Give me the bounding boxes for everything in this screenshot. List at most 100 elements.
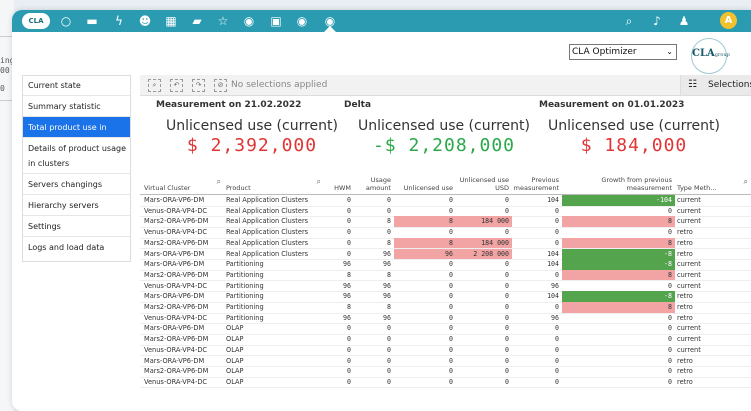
column-header-hwm[interactable]: HWM (324, 173, 354, 194)
folder-icon[interactable]: ▬ (84, 13, 100, 29)
star-icon[interactable]: ☆ (215, 13, 231, 29)
table-cell-type-method: retro (677, 228, 693, 237)
users-icon[interactable]: ☻ (137, 13, 153, 29)
table-cell-previous-measurement: 0 (555, 303, 559, 311)
table-cell-product: Partitioning (226, 281, 264, 290)
table-cell-previous-measurement: 0 (555, 335, 559, 344)
globe-icon[interactable]: ◉ (294, 13, 310, 29)
column-header-label: Type Meth... (677, 184, 717, 192)
table-cell-virtual-cluster: Venus-ORA-VP4-DC (144, 377, 208, 386)
step-forward-icon[interactable]: ↷ (192, 79, 205, 92)
column-header-type-method[interactable]: Type Meth... ⌕ (675, 173, 751, 194)
avatar[interactable]: A (720, 12, 737, 29)
bolt-icon[interactable]: ϟ (111, 13, 127, 29)
table-cell-virtual-cluster: Mars-ORA-VP6-DM (144, 324, 205, 333)
table-cell-growth: 8 (562, 269, 675, 281)
sidebar-item-logs-load-data[interactable]: Logs and load data (23, 237, 130, 259)
selection-tool-icon[interactable]: ⌕ (148, 79, 161, 92)
table-cell-product: Partitioning (226, 292, 264, 301)
table-cell-product: OLAP (226, 335, 244, 344)
chevron-down-icon: ⌄ (666, 47, 673, 56)
sidebar-item-settings[interactable]: Settings (23, 216, 130, 237)
table-cell-type-method: retro (677, 356, 693, 365)
table-cell-product: OLAP (226, 367, 244, 376)
search-icon[interactable]: ⌕ (621, 13, 637, 29)
column-header-unlicensed-use-usd[interactable]: Unlicensed use USD (456, 173, 512, 194)
column-search-icon[interactable]: ⌕ (744, 177, 748, 187)
table-cell-unlicensed-use: 0 (449, 335, 453, 344)
column-header-previous-measurement[interactable]: Previous measurement (512, 173, 562, 194)
table-cell-product: OLAP (226, 324, 244, 333)
table-cell-usage-amount: 0 (387, 377, 391, 386)
table-cell-usage-amount: 96 (383, 260, 391, 269)
column-header-label: Product (226, 184, 251, 192)
sidebar-item-current-state[interactable]: Current state (23, 76, 130, 96)
table-cell-product: Real Application Clusters (226, 249, 309, 258)
calendar-icon[interactable]: ▦ (163, 13, 179, 29)
table-cell-virtual-cluster: Mars2-ORA-VP6-DM (144, 303, 209, 311)
table-cell-growth: 0 (668, 377, 672, 386)
column-header-unlicensed-use[interactable]: Unlicensed use (394, 173, 456, 194)
table-cell-unlicensed-use-usd: 0 (505, 367, 509, 376)
column-header-label: Previous measurement (513, 176, 559, 192)
step-back-icon[interactable]: ↶ (170, 79, 183, 92)
sidebar-item-summary-statistic[interactable]: Summary statistic (23, 96, 130, 117)
table-cell-type-method: retro (677, 377, 693, 386)
table-cell-unlicensed-use-usd: 0 (505, 335, 509, 344)
sidebar-item-hierarchy-servers[interactable]: Hierarchy servers (23, 195, 130, 216)
column-search-icon[interactable]: ⌕ (217, 177, 221, 187)
sidebar-item-servers-changings[interactable]: Servers changings (23, 174, 130, 195)
app-logo[interactable]: CLA (22, 13, 50, 29)
table-cell-growth: 0 (668, 345, 672, 354)
column-header-usage-amount[interactable]: Usage amount (354, 173, 394, 194)
column-header-product[interactable]: Product ⌕ (224, 173, 324, 194)
column-header-virtual-cluster[interactable]: Virtual Cluster ⌕ (142, 173, 224, 194)
table-cell-hwm: 8 (347, 303, 351, 311)
table-cell-virtual-cluster: Venus-ORA-VP4-DC (144, 228, 208, 237)
brand-logo-sub: group (714, 52, 730, 58)
column-header-growth[interactable]: Growth from previous measurement (562, 173, 675, 194)
grid-icon[interactable]: ▣ (268, 13, 284, 29)
table-cell-usage-amount: 96 (383, 313, 391, 322)
app-select-dropdown[interactable]: CLA Optimizer ⌄ (569, 44, 677, 60)
table-cell-hwm: 0 (347, 377, 351, 386)
table-cell-usage-amount: 96 (383, 292, 391, 301)
table-cell-type-method: current (677, 260, 701, 269)
table-cell-previous-measurement: 96 (551, 313, 559, 322)
table-cell-usage-amount: 0 (387, 356, 391, 365)
column-header-label: HWM (334, 184, 351, 192)
table-cell-usage-amount: 0 (387, 367, 391, 376)
table-cell-unlicensed-use-usd: 0 (505, 345, 509, 354)
table-cell-type-method: current (677, 206, 701, 215)
user-icon[interactable]: ♟ (676, 13, 692, 29)
table-cell-unlicensed-use-usd: 0 (505, 324, 509, 333)
clear-selections-icon[interactable]: ⊘ (214, 79, 227, 92)
table-cell-unlicensed-use: 0 (449, 270, 453, 279)
table-cell-unlicensed-use: 96 (394, 248, 456, 259)
table-cell-product: Partitioning (226, 313, 264, 322)
table-cell-previous-measurement: 0 (555, 356, 559, 365)
table-cell-growth: 0 (668, 356, 672, 365)
table-cell-product: Partitioning (226, 260, 264, 269)
table-cell-previous-measurement: 0 (555, 228, 559, 237)
table-cell-unlicensed-use: 0 (449, 260, 453, 269)
sidebar-item-total-product-use[interactable]: Total product use in clusters (23, 117, 130, 153)
table-cell-usage-amount: 0 (387, 196, 391, 204)
table-cell-unlicensed-use: 0 (449, 367, 453, 376)
column-header-label: Unlicensed use (403, 184, 453, 192)
globe-icon[interactable]: ◉ (241, 13, 257, 29)
selections-button[interactable]: ☷ Selections (680, 75, 751, 95)
briefcase-icon[interactable]: ▰ (189, 13, 205, 29)
table-cell-product: Real Application Clusters (226, 228, 309, 237)
bell-icon[interactable]: ♪ (649, 13, 665, 29)
table-cell-unlicensed-use-usd: 0 (505, 228, 509, 237)
table-cell-growth: 8 (562, 216, 675, 227)
column-search-icon[interactable]: ⌕ (317, 177, 321, 187)
table-row[interactable]: Venus-ORA-VP4-DC OLAP 0 0 0 0 0 0 retro (140, 377, 751, 389)
circle-icon[interactable]: ○ (58, 13, 74, 29)
kpi-title: Unlicensed use (current) (358, 118, 530, 134)
table-cell-virtual-cluster: Mars2-ORA-VP6-DM (144, 270, 209, 279)
sidebar-item-details-product-usage[interactable]: Details of product usage in clusters (23, 138, 130, 174)
table-cell-unlicensed-use-usd: 0 (505, 356, 509, 365)
column-header-label: Virtual Cluster (144, 184, 191, 192)
